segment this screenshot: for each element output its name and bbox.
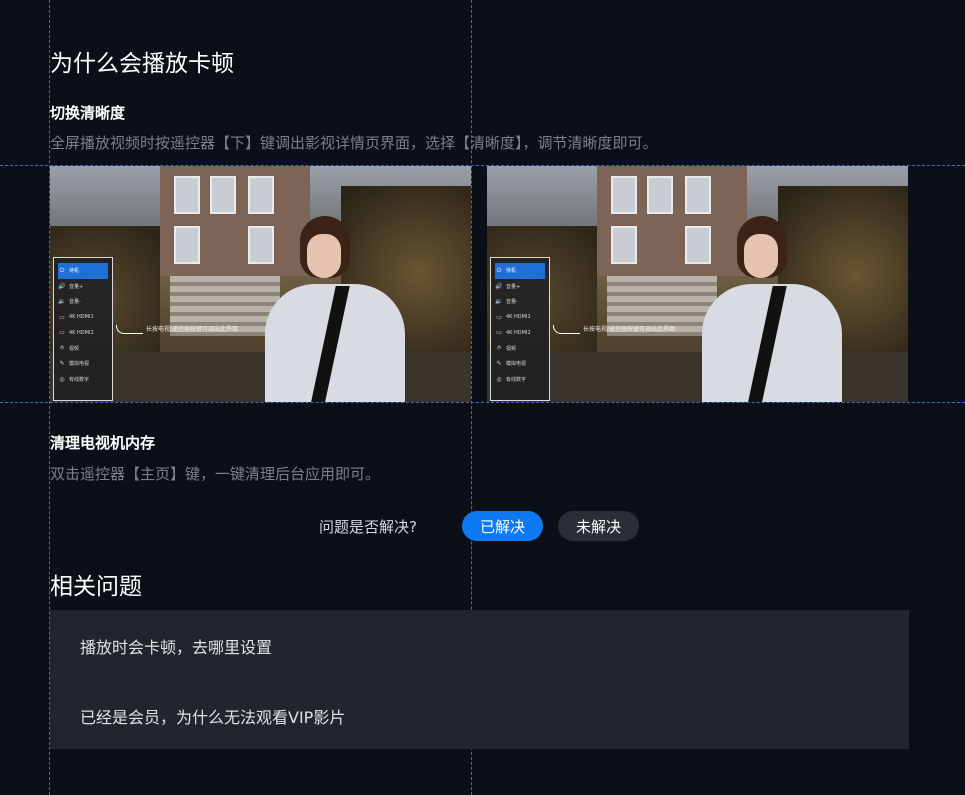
antenna-icon: ⫛ xyxy=(60,344,64,352)
menu-item-volume-down: 🔉 音量- xyxy=(495,298,518,306)
settings-icon: ◎ xyxy=(59,375,65,383)
volume-up-icon: 🔊 xyxy=(58,282,66,290)
guide-line-horizontal xyxy=(0,402,965,403)
menu-item-standby: ⏻ 待机 xyxy=(58,263,108,279)
analog-tv-icon: ✎ xyxy=(496,360,502,368)
power-icon: ⏻ xyxy=(59,266,65,274)
menu-item-hdmi2: ▭ 4K HDMI2 xyxy=(496,329,531,337)
volume-down-icon: 🔉 xyxy=(495,298,503,306)
callout-text: 长按电视/遥控器按键可调出此界面 xyxy=(116,324,238,334)
feedback-question: 问题是否解决? xyxy=(319,518,417,536)
unresolved-button[interactable]: 未解决 xyxy=(558,511,639,541)
page-title: 为什么会播放卡顿 xyxy=(50,51,234,77)
hdmi-icon: ▭ xyxy=(59,329,65,337)
power-icon: ⏻ xyxy=(496,266,502,274)
tip-title: 切换清晰度 xyxy=(50,104,126,122)
tutorial-screenshot: ⏻ 待机 🔊 音量+ 🔉 音量- ▭ 4K HDMI1 ▭ 4K HDMI2 ⫛ 视频 ✎ 模… xyxy=(50,166,471,402)
volume-down-icon: 🔉 xyxy=(58,298,66,306)
menu-item-volume-up: 🔊 音量+ xyxy=(495,282,521,290)
menu-item-volume-up: 🔊 音量+ xyxy=(58,282,84,290)
menu-item-analog-tv: ✎ 模拟电视 xyxy=(496,360,527,368)
hdmi-icon: ▭ xyxy=(59,313,65,321)
hdmi-icon: ▭ xyxy=(496,313,502,321)
settings-icon: ◎ xyxy=(496,375,502,383)
related-questions-list: 播放时会卡顿，去哪里设置 已经是会员，为什么无法观看VIP影片 xyxy=(50,610,909,749)
menu-item-analog-tv: ✎ 模拟电视 xyxy=(59,360,90,368)
person-photo xyxy=(692,206,842,402)
menu-item-hdmi2: ▭ 4K HDMI2 xyxy=(59,329,94,337)
menu-item-hdmi1: ▭ 4K HDMI1 xyxy=(59,313,94,321)
menu-item-hdmi1: ▭ 4K HDMI1 xyxy=(496,313,531,321)
person-photo xyxy=(255,206,405,402)
tv-source-menu: ⏻ 待机 🔊 音量+ 🔉 音量- ▭ 4K HDMI1 ▭ 4K HDMI2 ⫛ 视频 ✎ 模… xyxy=(53,257,113,401)
menu-item-video: ⫛ 视频 xyxy=(58,341,108,357)
related-question-link[interactable]: 已经是会员，为什么无法观看VIP影片 xyxy=(80,704,345,728)
menu-item-video: ⫛ 视频 xyxy=(495,341,545,357)
antenna-icon: ⫛ xyxy=(497,344,501,352)
callout-text: 长按电视/遥控器按键可调出此界面 xyxy=(553,324,675,334)
hdmi-icon: ▭ xyxy=(496,329,502,337)
tip-description: 全屏播放视频时按遥控器【下】键调出影视详情页界面，选择【清晰度】，调节清晰度即可… xyxy=(50,134,658,152)
tip-description: 双击遥控器【主页】键，一键清理后台应用即可。 xyxy=(50,465,381,483)
resolved-button[interactable]: 已解决 xyxy=(462,511,543,541)
volume-up-icon: 🔊 xyxy=(495,282,503,290)
related-question-link[interactable]: 播放时会卡顿，去哪里设置 xyxy=(80,634,272,658)
menu-item-standby: ⏻ 待机 xyxy=(495,263,545,279)
tv-source-menu: ⏻ 待机 🔊 音量+ 🔉 音量- ▭ 4K HDMI1 ▭ 4K HDMI2 ⫛ 视频 ✎ 模… xyxy=(490,257,550,401)
menu-item-cable-digital: ◎ 有线数字 xyxy=(59,375,90,383)
tutorial-screenshot: ⏻ 待机 🔊 音量+ 🔉 音量- ▭ 4K HDMI1 ▭ 4K HDMI2 ⫛ 视频 ✎ 模… xyxy=(487,166,908,402)
related-questions-title: 相关问题 xyxy=(50,574,142,600)
menu-item-cable-digital: ◎ 有线数字 xyxy=(496,375,527,383)
menu-item-volume-down: 🔉 音量- xyxy=(58,298,81,306)
analog-tv-icon: ✎ xyxy=(59,360,65,368)
tip-title: 清理电视机内存 xyxy=(50,434,156,452)
